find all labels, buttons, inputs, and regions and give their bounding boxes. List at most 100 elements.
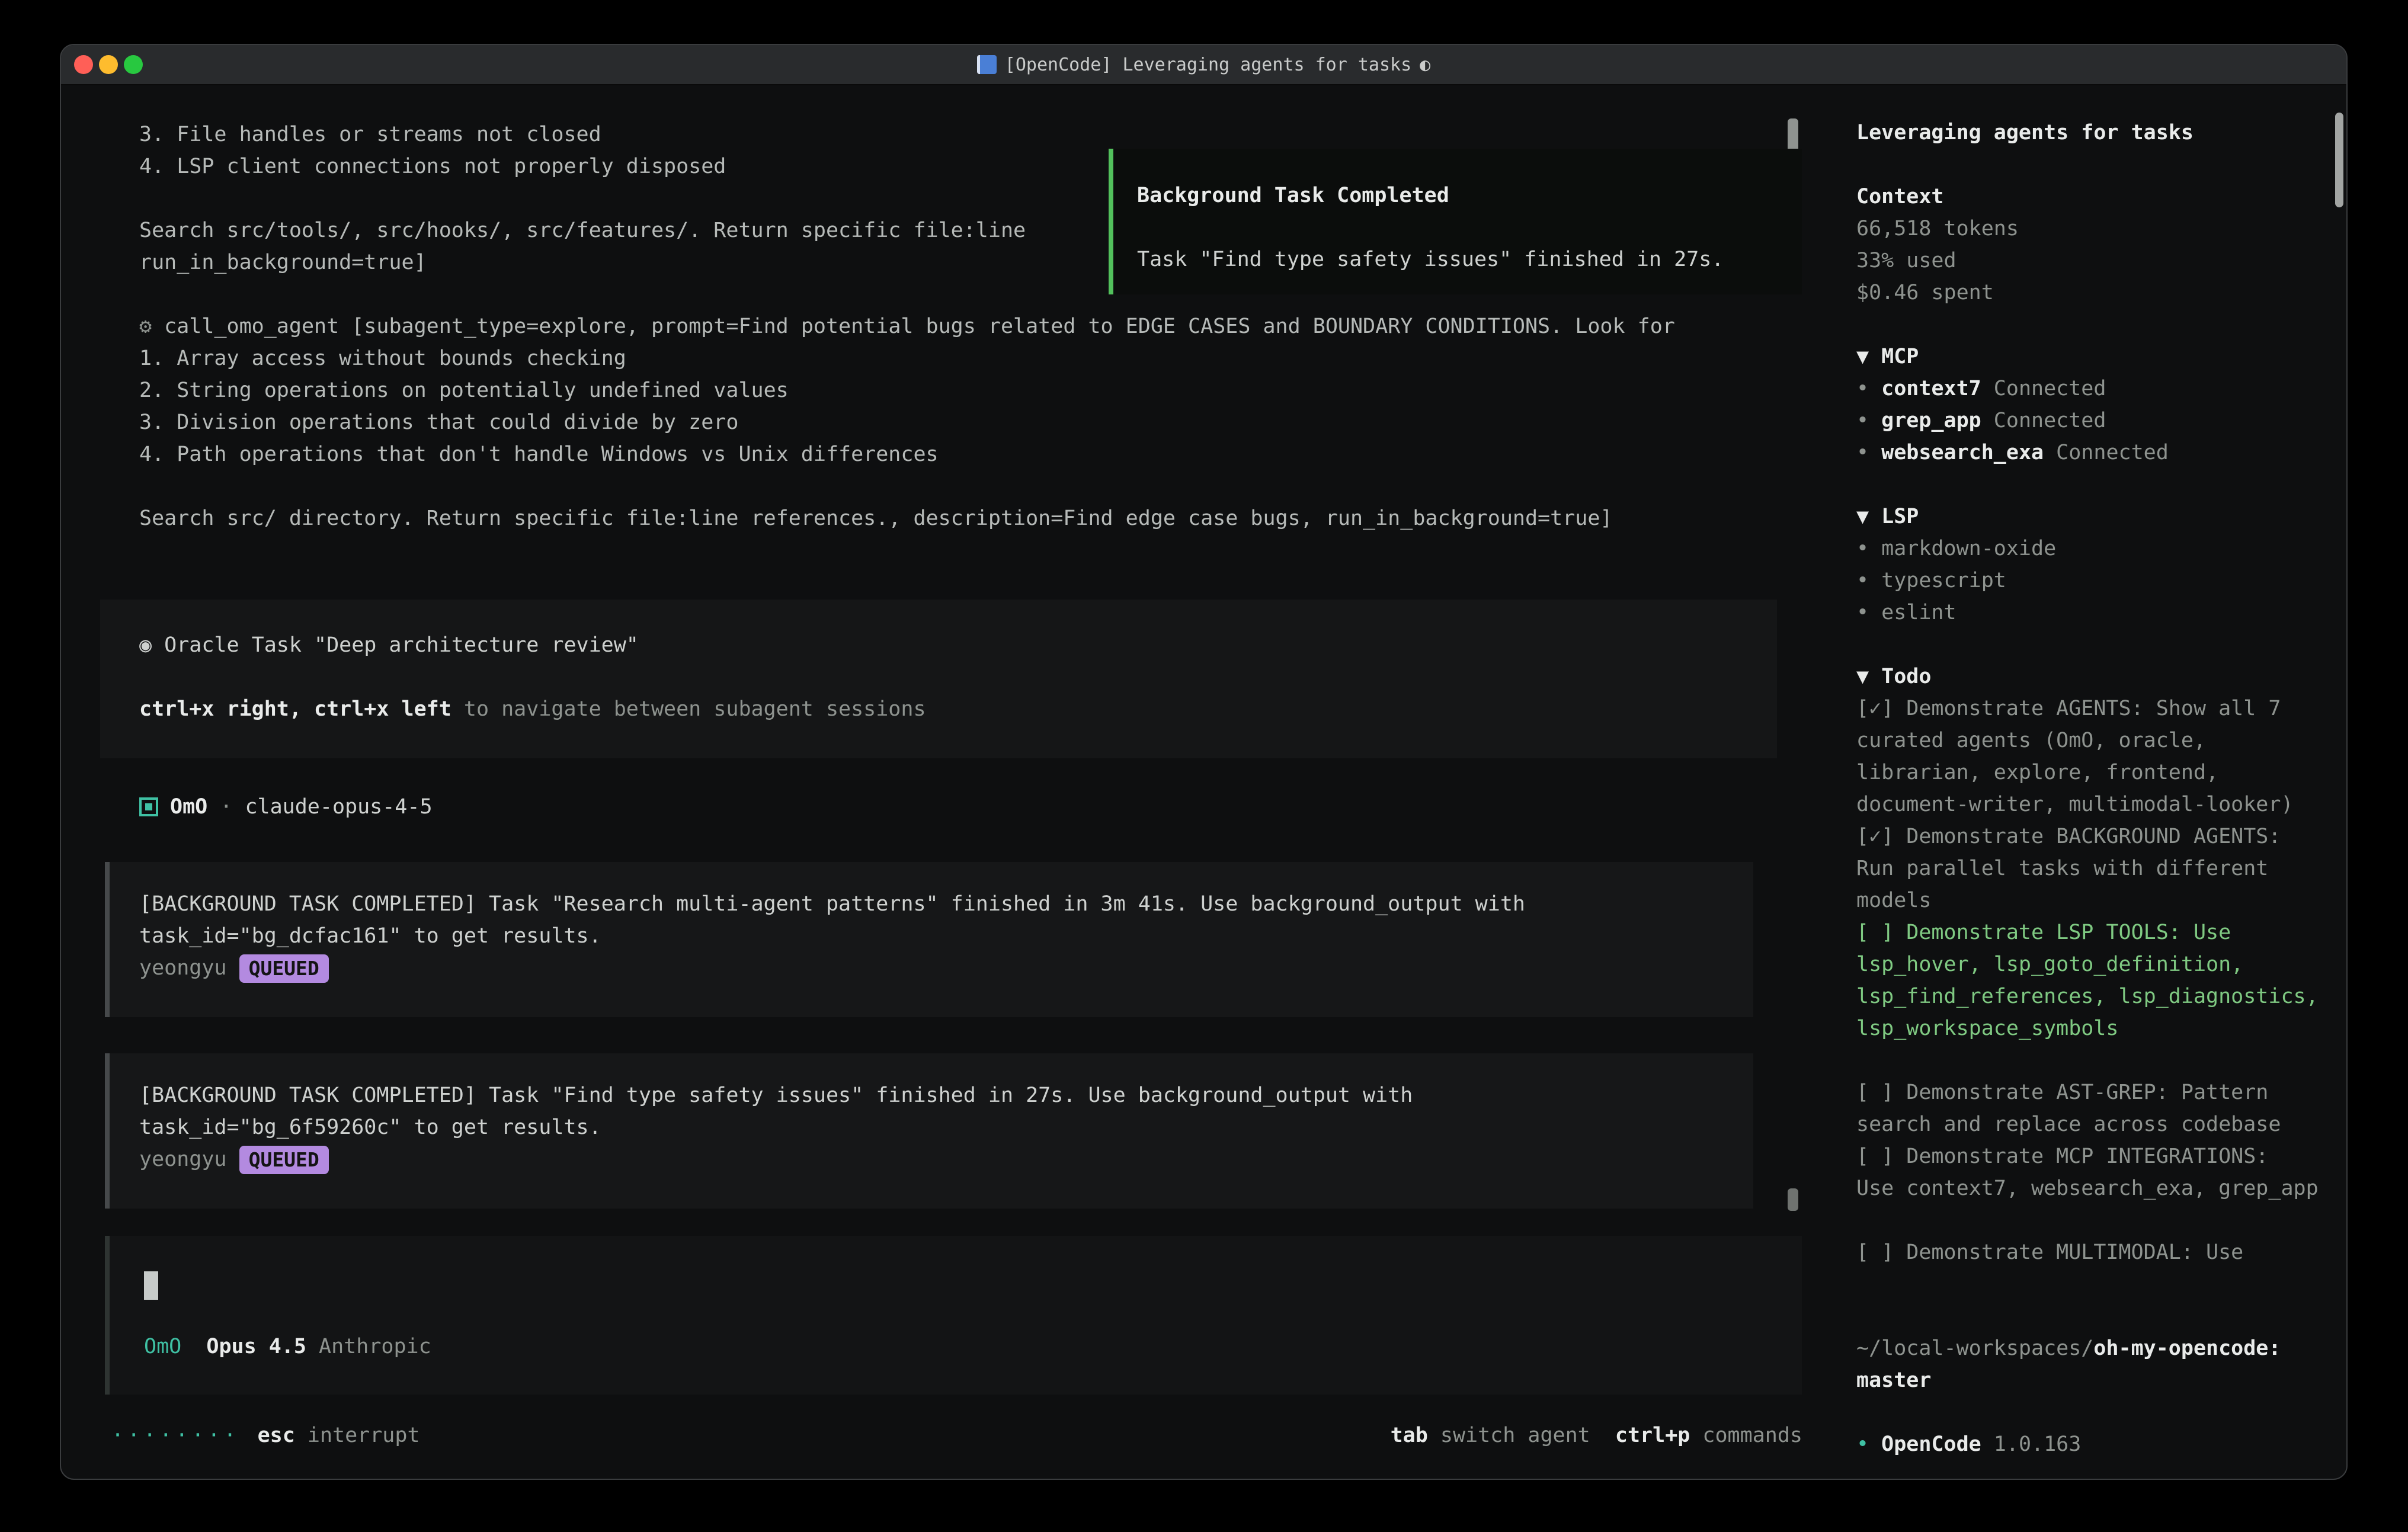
bullet-icon: •: [1856, 409, 1881, 432]
collapse-triangle-icon: ▼: [1856, 505, 1881, 528]
lsp-header-label: LSP: [1881, 505, 1919, 528]
message-line: [BACKGROUND TASK COMPLETED] Task "Resear…: [139, 888, 1753, 920]
todo-header-label: Todo: [1881, 665, 1931, 688]
oracle-task-title: ◉ Oracle Task "Deep architecture review": [139, 629, 1777, 661]
queued-message-1: [BACKGROUND TASK COMPLETED] Task "Resear…: [105, 862, 1753, 1017]
queued-badge: QUEUED: [239, 1146, 329, 1174]
sidebar: Leveraging agents for tasks Context 66,5…: [1834, 85, 2346, 1480]
todo-item: [ ] Demonstrate MULTIMODAL: Use: [1856, 1236, 2331, 1268]
todo-item: [ ] Demonstrate AST-GREP: Pattern search…: [1856, 1076, 2331, 1140]
oracle-hint-text: to navigate between subagent sessions: [451, 697, 926, 721]
mcp-name: grep_app: [1881, 409, 1981, 432]
collapse-triangle-icon: ▼: [1856, 665, 1881, 688]
workspace-path-prefix: ~/local-workspaces/: [1856, 1337, 2093, 1360]
terminal-line: [139, 470, 1675, 502]
spinner-icon: ◐: [1420, 55, 1430, 75]
background-task-notification: Background Task Completed Task "Find typ…: [1109, 149, 1802, 294]
message-author: yeongyu: [139, 1148, 239, 1171]
mcp-item: • context7 Connected: [1856, 373, 2331, 405]
queued-badge: QUEUED: [239, 954, 329, 983]
ctrlp-key-hint: ctrl+p: [1615, 1419, 1690, 1451]
sidebar-scrollbar-thumb[interactable]: [2335, 113, 2343, 207]
workspace-repo-name: oh-my-opencode:: [2093, 1337, 2281, 1360]
todo-item: [✓] Demonstrate AGENTS: Show all 7 curat…: [1856, 693, 2331, 821]
input-model-name: Opus 4.5: [206, 1331, 306, 1363]
mcp-status: Connected: [1981, 409, 2106, 432]
ctrlp-key-label: commands: [1690, 1419, 1802, 1451]
esc-key-hint: esc: [258, 1419, 295, 1451]
oracle-spacer: [139, 661, 1777, 693]
model-selector[interactable]: OmO Opus 4.5 Anthropic: [144, 1331, 431, 1363]
queued-message-2: [BACKGROUND TASK COMPLETED] Task "Find t…: [105, 1053, 1753, 1209]
mcp-header-label: MCP: [1881, 345, 1919, 368]
message-author: yeongyu: [139, 956, 239, 980]
bullet-icon: •: [1856, 441, 1881, 464]
message-line: [BACKGROUND TASK COMPLETED] Task "Find t…: [139, 1079, 1753, 1111]
terminal-line: 1. Array access without bounds checking: [139, 342, 1675, 374]
todo-items: [✓] Demonstrate AGENTS: Show all 7 curat…: [1856, 693, 2331, 1268]
message-line: task_id="bg_dcfac161" to get results.: [139, 920, 1753, 952]
tab-key-hint: tab: [1391, 1419, 1428, 1451]
context-stat: 33% used: [1856, 245, 2331, 277]
mcp-name: websearch_exa: [1881, 441, 2044, 464]
terminal-line: 3. File handles or streams not closed: [139, 118, 1675, 150]
mcp-item: • grep_app Connected: [1856, 405, 2331, 437]
agent-model: claude-opus-4-5: [245, 795, 432, 819]
notification-title: Background Task Completed: [1137, 180, 1802, 211]
zoom-window-button[interactable]: [124, 55, 143, 74]
todo-item: [ ] Demonstrate MCP INTEGRATIONS: Use co…: [1856, 1140, 2331, 1204]
agent-name: OmO: [170, 795, 207, 819]
todo-section-header[interactable]: ▼ Todo: [1856, 661, 2331, 693]
mcp-item: • websearch_exa Connected: [1856, 437, 2331, 469]
agent-icon: [139, 797, 158, 816]
todo-item: [ ] Demonstrate LSP TOOLS: Use lsp_hover…: [1856, 916, 2331, 1044]
oracle-task-panel: ◉ Oracle Task "Deep architecture review"…: [100, 600, 1777, 758]
agent-name-model: OmO · claude-opus-4-5: [170, 791, 433, 823]
notification-spacer: [1137, 211, 1802, 243]
mcp-items: • context7 Connected• grep_app Connected…: [1856, 373, 2331, 469]
agent-separator: ·: [207, 795, 245, 819]
message-meta: yeongyu QUEUED: [139, 1143, 1753, 1175]
lsp-items: • markdown-oxide• typescript• eslint: [1856, 533, 2331, 629]
mcp-status: Connected: [2044, 441, 2169, 464]
notification-body: Task "Find type safety issues" finished …: [1137, 243, 1802, 275]
collapse-triangle-icon: ▼: [1856, 345, 1881, 368]
window-titlebar[interactable]: [OpenCode] Leveraging agents for tasks ◐: [61, 45, 2346, 85]
message-meta: yeongyu QUEUED: [139, 952, 1753, 984]
todo-item: [✓] Demonstrate BACKGROUND AGENTS: Run p…: [1856, 821, 2331, 916]
lsp-item: • markdown-oxide: [1856, 533, 2331, 565]
version-line: • OpenCode 1.0.163: [1856, 1428, 2331, 1460]
prompt-input[interactable]: OmO Opus 4.5 Anthropic: [105, 1236, 1802, 1395]
input-provider-name: Anthropic: [319, 1331, 431, 1363]
window-title: [OpenCode] Leveraging agents for tasks ◐: [977, 55, 1430, 75]
terminal-main-pane[interactable]: 3. File handles or streams not closed 4. …: [61, 85, 1834, 1480]
book-icon: [977, 55, 997, 74]
lsp-section-header[interactable]: ▼ LSP: [1856, 501, 2331, 533]
spacer: [306, 1331, 319, 1363]
agent-header: OmO · claude-opus-4-5: [139, 791, 433, 823]
text-cursor: [144, 1271, 158, 1300]
terminal-line: Search src/ directory. Return specific f…: [139, 502, 1675, 534]
spacer: [1590, 1419, 1615, 1451]
sidebar-session-title: Leveraging agents for tasks: [1856, 117, 2331, 149]
esc-key-label: interrupt: [295, 1419, 420, 1451]
terminal-line: 4. Path operations that don't handle Win…: [139, 438, 1675, 470]
bullet-icon: •: [1856, 377, 1881, 400]
tab-key-label: switch agent: [1428, 1419, 1590, 1451]
minimize-window-button[interactable]: [99, 55, 118, 74]
mcp-status: Connected: [1981, 377, 2106, 400]
mcp-section-header[interactable]: ▼ MCP: [1856, 341, 2331, 373]
lsp-item: • eslint: [1856, 597, 2331, 629]
version-bullet-icon: •: [1856, 1432, 1881, 1456]
terminal-window: [OpenCode] Leveraging agents for tasks ◐…: [60, 44, 2348, 1480]
oracle-hint-keys: ctrl+x right, ctrl+x left: [139, 697, 451, 721]
spacer: [181, 1331, 206, 1363]
terminal-line: 2. String operations on potentially unde…: [139, 374, 1675, 406]
app-version: 1.0.163: [1981, 1432, 2082, 1456]
lsp-item: • typescript: [1856, 565, 2331, 597]
message-line: task_id="bg_6f59260c" to get results.: [139, 1111, 1753, 1143]
context-lines: 66,518 tokens33% used$0.46 spent: [1856, 213, 2331, 309]
activity-dots-icon: ········: [111, 1419, 240, 1451]
main-scrollbar-thumb-lower[interactable]: [1788, 1188, 1798, 1211]
close-window-button[interactable]: [74, 55, 93, 74]
